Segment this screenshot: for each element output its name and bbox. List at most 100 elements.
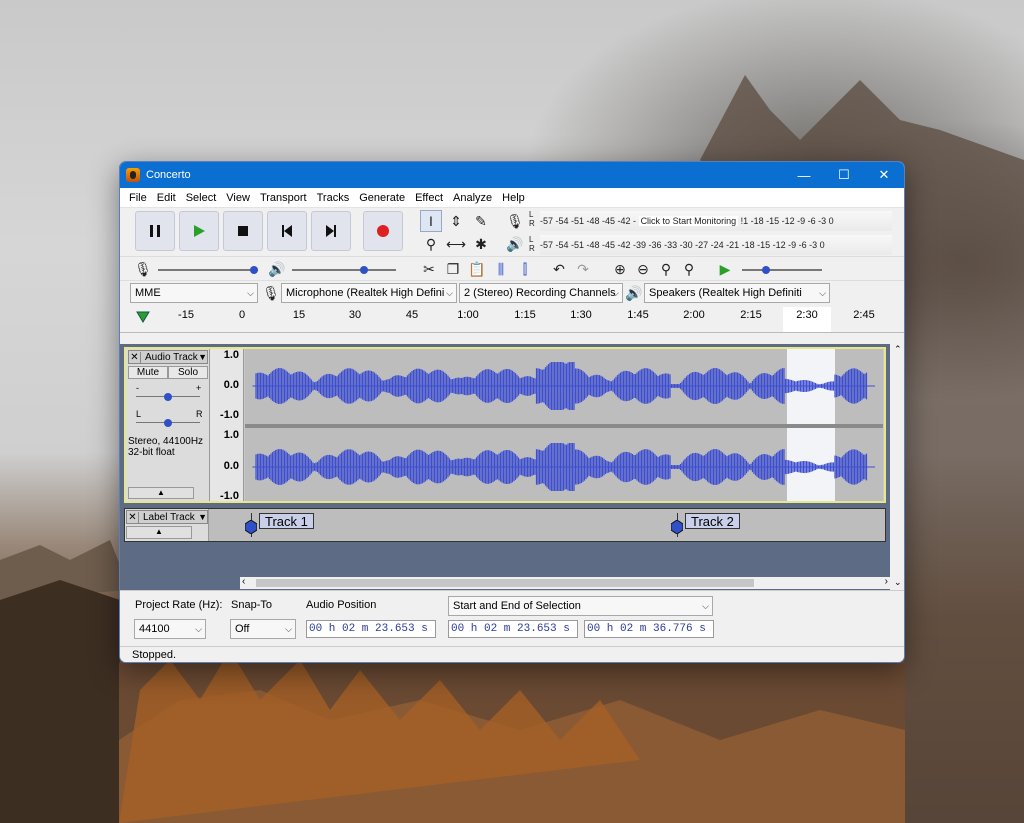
menu-transport[interactable]: Transport [260, 192, 307, 204]
menu-view[interactable]: View [226, 192, 250, 204]
scroll-down-icon[interactable]: ⌄ [894, 577, 902, 588]
paste-button[interactable]: 📋 [466, 258, 488, 280]
play-icon [194, 225, 205, 237]
copy-icon: ❐ [446, 260, 460, 277]
vertical-scrollbar[interactable]: ⌃ ⌄ [890, 344, 904, 590]
stop-button[interactable] [223, 211, 263, 251]
playback-device-select[interactable]: Speakers (Realtek High Definiti ⌵ [644, 283, 830, 303]
waveform-area[interactable] [245, 349, 883, 501]
scroll-left-icon[interactable]: ‹ [242, 576, 245, 587]
label-track-header[interactable]: ✕ Label Track ▼ [126, 510, 208, 524]
record-meter-lr: LR [529, 210, 535, 228]
play-speed-knob[interactable] [762, 266, 770, 274]
track-menu-arrow-icon[interactable]: ▼ [198, 352, 207, 362]
track-menu-arrow-icon[interactable]: ▼ [198, 512, 207, 522]
fit-selection-button[interactable]: ⚲ [655, 258, 677, 280]
menu-file[interactable]: File [129, 192, 147, 204]
gain-slider[interactable] [136, 393, 200, 401]
audio-position-field[interactable]: 00 h 02 m 23.653 s [306, 620, 436, 638]
menu-tracks[interactable]: Tracks [317, 192, 350, 204]
selection-start-field[interactable]: 00 h 02 m 23.653 s [448, 620, 578, 638]
audacity-app-icon [126, 168, 140, 182]
collapse-track-button[interactable]: ▲ [128, 487, 194, 499]
skip-start-icon [282, 225, 292, 237]
undo-button[interactable]: ↶ [548, 258, 570, 280]
trim-button[interactable]: ⫼ [490, 258, 512, 280]
fit-project-button[interactable]: ⚲ [678, 258, 700, 280]
skip-to-end-button[interactable] [311, 211, 351, 251]
label-track-area[interactable]: Track 1 Track 2 [242, 509, 885, 541]
gain-plus-label: + [196, 383, 202, 393]
horizontal-scrollbar[interactable]: ‹ › [240, 576, 890, 589]
label-handle-icon[interactable] [245, 520, 257, 534]
track-name[interactable]: Audio Track [141, 352, 198, 363]
menu-select[interactable]: Select [186, 192, 217, 204]
play-at-speed-button[interactable]: ▶ [714, 258, 736, 280]
play-speed-slider[interactable] [742, 266, 822, 274]
channel-divider [245, 424, 883, 428]
collapse-track-button[interactable]: ▲ [126, 526, 192, 539]
record-meter[interactable]: -57 -54 -51 -48 -45 -42 - Click to Start… [540, 211, 892, 231]
ruler-tick: 1:00 [457, 309, 479, 321]
record-volume-slider[interactable] [158, 266, 258, 274]
recording-channels-select[interactable]: 2 (Stereo) Recording Channels ⌵ [459, 283, 623, 303]
label-handle-icon[interactable] [671, 520, 683, 534]
copy-button[interactable]: ❐ [442, 258, 464, 280]
menu-analyze[interactable]: Analyze [453, 192, 492, 204]
record-volume-knob[interactable] [250, 266, 258, 274]
label-track-name[interactable]: Label Track [139, 512, 198, 523]
menu-help[interactable]: Help [502, 192, 525, 204]
menu-effect[interactable]: Effect [415, 192, 443, 204]
timeline-ruler[interactable]: -15 0 15 30 45 1:00 1:15 1:30 1:45 2:00 … [120, 307, 904, 333]
track-header[interactable]: ✕ Audio Track ▼ [128, 350, 208, 364]
ruler-tick: 1:45 [627, 309, 649, 321]
recording-device-select[interactable]: Microphone (Realtek High Defini ⌵ [281, 283, 457, 303]
menu-edit[interactable]: Edit [157, 192, 176, 204]
minimize-button[interactable]: — [784, 162, 824, 188]
mute-button[interactable]: Mute [128, 366, 168, 379]
project-rate-select[interactable]: 44100 ⌵ [134, 619, 206, 639]
selection-end-field[interactable]: 00 h 02 m 36.776 s [584, 620, 714, 638]
play-button[interactable] [179, 211, 219, 251]
playback-meter[interactable]: -57 -54 -51 -48 -45 -42 -39 -36 -33 -30 … [540, 235, 892, 255]
cut-button[interactable]: ✂ [418, 258, 440, 280]
time-shift-tool[interactable]: ⟷ [445, 233, 467, 255]
snap-to-select[interactable]: Off ⌵ [230, 619, 296, 639]
audio-host-select[interactable]: MME ⌵ [130, 283, 258, 303]
pan-right-label: R [196, 409, 203, 419]
zoom-in-button[interactable]: ⊕ [609, 258, 631, 280]
pan-knob[interactable] [164, 419, 172, 427]
maximize-button[interactable]: ☐ [824, 162, 864, 188]
record-button[interactable] [363, 211, 403, 251]
scroll-up-icon[interactable]: ⌃ [894, 344, 902, 355]
solo-button[interactable]: Solo [168, 366, 208, 379]
label-track-2[interactable]: Track 2 [685, 513, 740, 529]
close-button[interactable]: ✕ [864, 162, 904, 188]
redo-button[interactable]: ↷ [572, 258, 594, 280]
record-meter-button[interactable]: 🎙 [504, 210, 526, 232]
menu-generate[interactable]: Generate [359, 192, 405, 204]
close-track-icon[interactable]: ✕ [127, 511, 139, 523]
label-track-1[interactable]: Track 1 [259, 513, 314, 529]
chevron-down-icon: ⌵ [285, 624, 292, 634]
horizontal-scroll-thumb[interactable] [256, 579, 754, 587]
fit-project-icon: ⚲ [683, 260, 695, 277]
zoom-out-button[interactable]: ⊖ [632, 258, 654, 280]
selection-tool[interactable]: I [420, 210, 442, 232]
pan-slider[interactable] [136, 419, 200, 427]
playback-volume-knob[interactable] [360, 266, 368, 274]
zoom-tool[interactable]: ⚲ [420, 233, 442, 255]
skip-to-start-button[interactable] [267, 211, 307, 251]
silence-button[interactable]: ⫿ [514, 258, 536, 280]
selection-mode-select[interactable]: Start and End of Selection ⌵ [448, 596, 713, 616]
gain-knob[interactable] [164, 393, 172, 401]
scroll-right-icon[interactable]: › [885, 576, 888, 587]
draw-tool[interactable]: ✎ [470, 210, 492, 232]
play-meter-button[interactable]: 🔊 [504, 233, 526, 255]
multi-tool[interactable]: ✱ [470, 233, 492, 255]
close-track-icon[interactable]: ✕ [129, 351, 141, 363]
vertical-scale[interactable]: 1.0 0.0 -1.0 1.0 0.0 -1.0 [210, 349, 244, 502]
envelope-tool[interactable]: ⇕ [445, 210, 467, 232]
pause-button[interactable] [135, 211, 175, 251]
playback-volume-slider[interactable] [292, 266, 396, 274]
